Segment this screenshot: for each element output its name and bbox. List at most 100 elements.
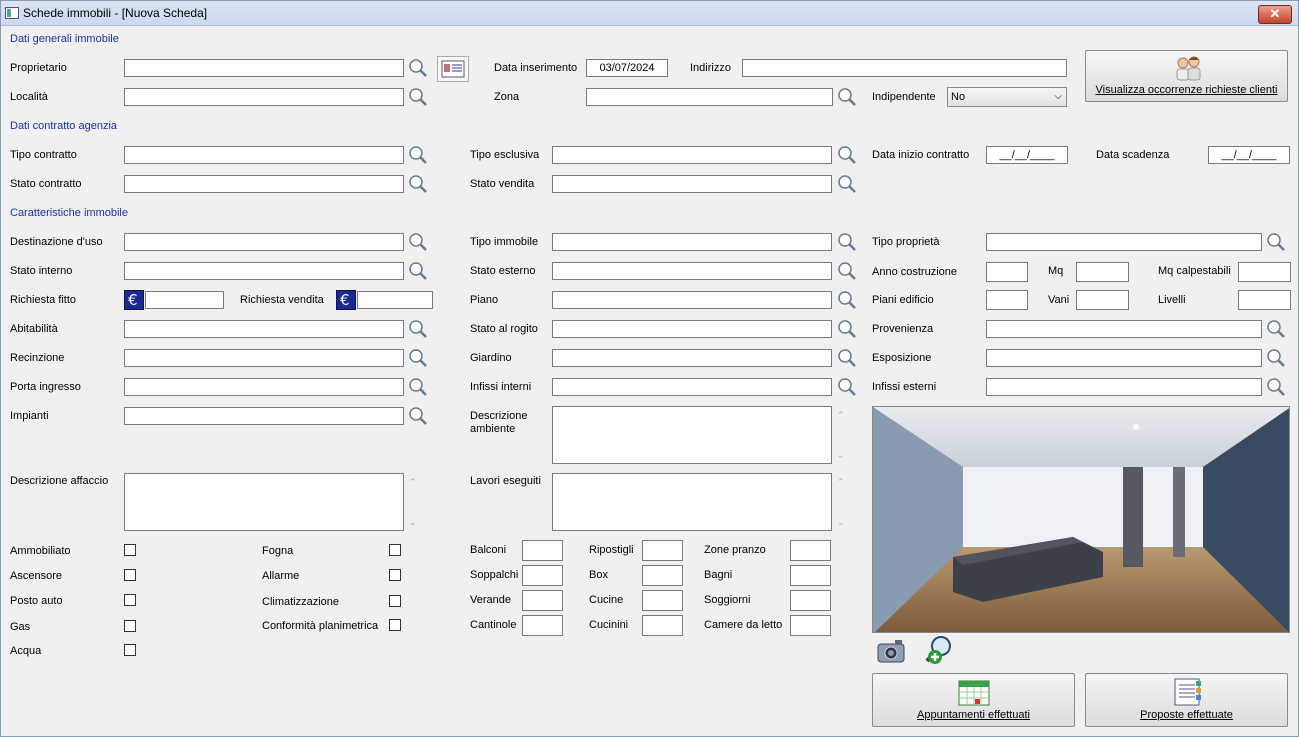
ammobiliato-checkbox[interactable] (124, 544, 136, 556)
search-icon[interactable] (835, 173, 859, 195)
indirizzo-field[interactable] (742, 59, 1067, 77)
scroll-down-icon[interactable]: ⌄ (409, 517, 417, 528)
recinzione-field[interactable] (124, 349, 404, 367)
search-icon[interactable] (1264, 231, 1288, 253)
descrizione-affaccio-textarea[interactable] (124, 473, 404, 531)
bagni-field[interactable] (790, 565, 831, 586)
owner-card-icon[interactable] (437, 56, 469, 82)
allarme-checkbox[interactable] (389, 569, 401, 581)
search-icon[interactable] (1264, 347, 1288, 369)
abitabilita-field[interactable] (124, 320, 404, 338)
stato-esterno-field[interactable] (552, 262, 832, 280)
conformita-checkbox[interactable] (389, 619, 401, 631)
mq-calpestabili-field[interactable] (1238, 262, 1291, 282)
stato-rogito-field[interactable] (552, 320, 832, 338)
search-icon[interactable] (835, 289, 859, 311)
search-icon[interactable] (835, 376, 859, 398)
scroll-up-icon[interactable]: ⌃ (837, 477, 845, 488)
calendar-icon (958, 680, 990, 706)
search-icon[interactable] (406, 173, 430, 195)
data-inserimento-field[interactable]: 03/07/2024 (586, 59, 668, 77)
data-scadenza-field[interactable]: __/__/____ (1208, 146, 1290, 164)
tipo-contratto-field[interactable] (124, 146, 404, 164)
zone-pranzo-field[interactable] (790, 540, 831, 561)
camere-letto-field[interactable] (790, 615, 831, 636)
vani-label: Vani (1048, 294, 1070, 306)
search-icon[interactable] (406, 347, 430, 369)
search-icon[interactable] (406, 260, 430, 282)
stato-interno-field[interactable] (124, 262, 404, 280)
search-icon[interactable] (835, 231, 859, 253)
ascensore-checkbox[interactable] (124, 569, 136, 581)
provenienza-field[interactable] (986, 320, 1262, 338)
camera-icon[interactable] (875, 636, 907, 666)
impianti-field[interactable] (124, 407, 404, 425)
search-icon[interactable] (1264, 318, 1288, 340)
search-icon[interactable] (406, 86, 430, 108)
stato-vendita-field[interactable] (552, 175, 832, 193)
infissi-interni-field[interactable] (552, 378, 832, 396)
search-icon[interactable] (835, 347, 859, 369)
gas-checkbox[interactable] (124, 620, 136, 632)
tipo-esclusiva-field[interactable] (552, 146, 832, 164)
search-icon[interactable] (835, 144, 859, 166)
scroll-up-icon[interactable]: ⌃ (409, 477, 417, 488)
search-icon[interactable] (1264, 376, 1288, 398)
piano-field[interactable] (552, 291, 832, 309)
cantinole-field[interactable] (522, 615, 563, 636)
richiesta-vendita-field[interactable] (357, 291, 433, 309)
scroll-up-icon[interactable]: ⌃ (837, 410, 845, 421)
search-icon[interactable] (406, 405, 430, 427)
proprietario-field[interactable] (124, 59, 404, 77)
appuntamenti-button[interactable]: Appuntamenti effettuati (872, 673, 1075, 727)
soggiorni-field[interactable] (790, 590, 831, 611)
cucine-field[interactable] (642, 590, 683, 611)
soppalchi-field[interactable] (522, 565, 563, 586)
zoom-photo-icon[interactable] (922, 634, 956, 666)
search-icon[interactable] (835, 86, 859, 108)
lavori-eseguiti-textarea[interactable] (552, 473, 832, 531)
posto-auto-checkbox[interactable] (124, 594, 136, 606)
giardino-field[interactable] (552, 349, 832, 367)
anno-costruzione-field[interactable] (986, 262, 1028, 282)
acqua-checkbox[interactable] (124, 644, 136, 656)
cucinini-field[interactable] (642, 615, 683, 636)
occorrenze-button[interactable]: Visualizza occorrenze richieste clienti (1085, 50, 1288, 102)
descrizione-ambiente-textarea[interactable] (552, 406, 832, 464)
vani-field[interactable] (1076, 290, 1129, 310)
fogna-checkbox[interactable] (389, 544, 401, 556)
close-button[interactable]: ✕ (1258, 5, 1292, 24)
box-field[interactable] (642, 565, 683, 586)
localita-field[interactable] (124, 88, 404, 106)
mq-field[interactable] (1076, 262, 1129, 282)
scroll-down-icon[interactable]: ⌄ (837, 517, 845, 528)
zona-field[interactable] (586, 88, 833, 106)
tipo-immobile-field[interactable] (552, 233, 832, 251)
porta-ingresso-field[interactable] (124, 378, 404, 396)
destinazione-uso-field[interactable] (124, 233, 404, 251)
data-inizio-contratto-field[interactable]: __/__/____ (986, 146, 1068, 164)
search-icon[interactable] (406, 318, 430, 340)
infissi-esterni-field[interactable] (986, 378, 1262, 396)
search-icon[interactable] (835, 318, 859, 340)
appuntamenti-button-label: Appuntamenti effettuati (917, 709, 1030, 721)
search-icon[interactable] (406, 144, 430, 166)
tipo-proprieta-field[interactable] (986, 233, 1262, 251)
proposte-button[interactable]: Proposte effettuate (1085, 673, 1288, 727)
search-icon[interactable] (406, 231, 430, 253)
ripostigli-field[interactable] (642, 540, 683, 561)
livelli-field[interactable] (1238, 290, 1291, 310)
verande-field[interactable] (522, 590, 563, 611)
search-icon[interactable] (406, 376, 430, 398)
richiesta-fitto-field[interactable] (145, 291, 224, 309)
indipendente-select[interactable]: No ⌵ (947, 87, 1067, 107)
piani-edificio-field[interactable] (986, 290, 1028, 310)
mq-calpestabili-label: Mq calpestabili (1158, 265, 1231, 277)
climatizzazione-checkbox[interactable] (389, 595, 401, 607)
scroll-down-icon[interactable]: ⌄ (837, 450, 845, 461)
stato-contratto-field[interactable] (124, 175, 404, 193)
search-icon[interactable] (835, 260, 859, 282)
search-icon[interactable] (406, 57, 430, 79)
esposizione-field[interactable] (986, 349, 1262, 367)
balconi-field[interactable] (522, 540, 563, 561)
